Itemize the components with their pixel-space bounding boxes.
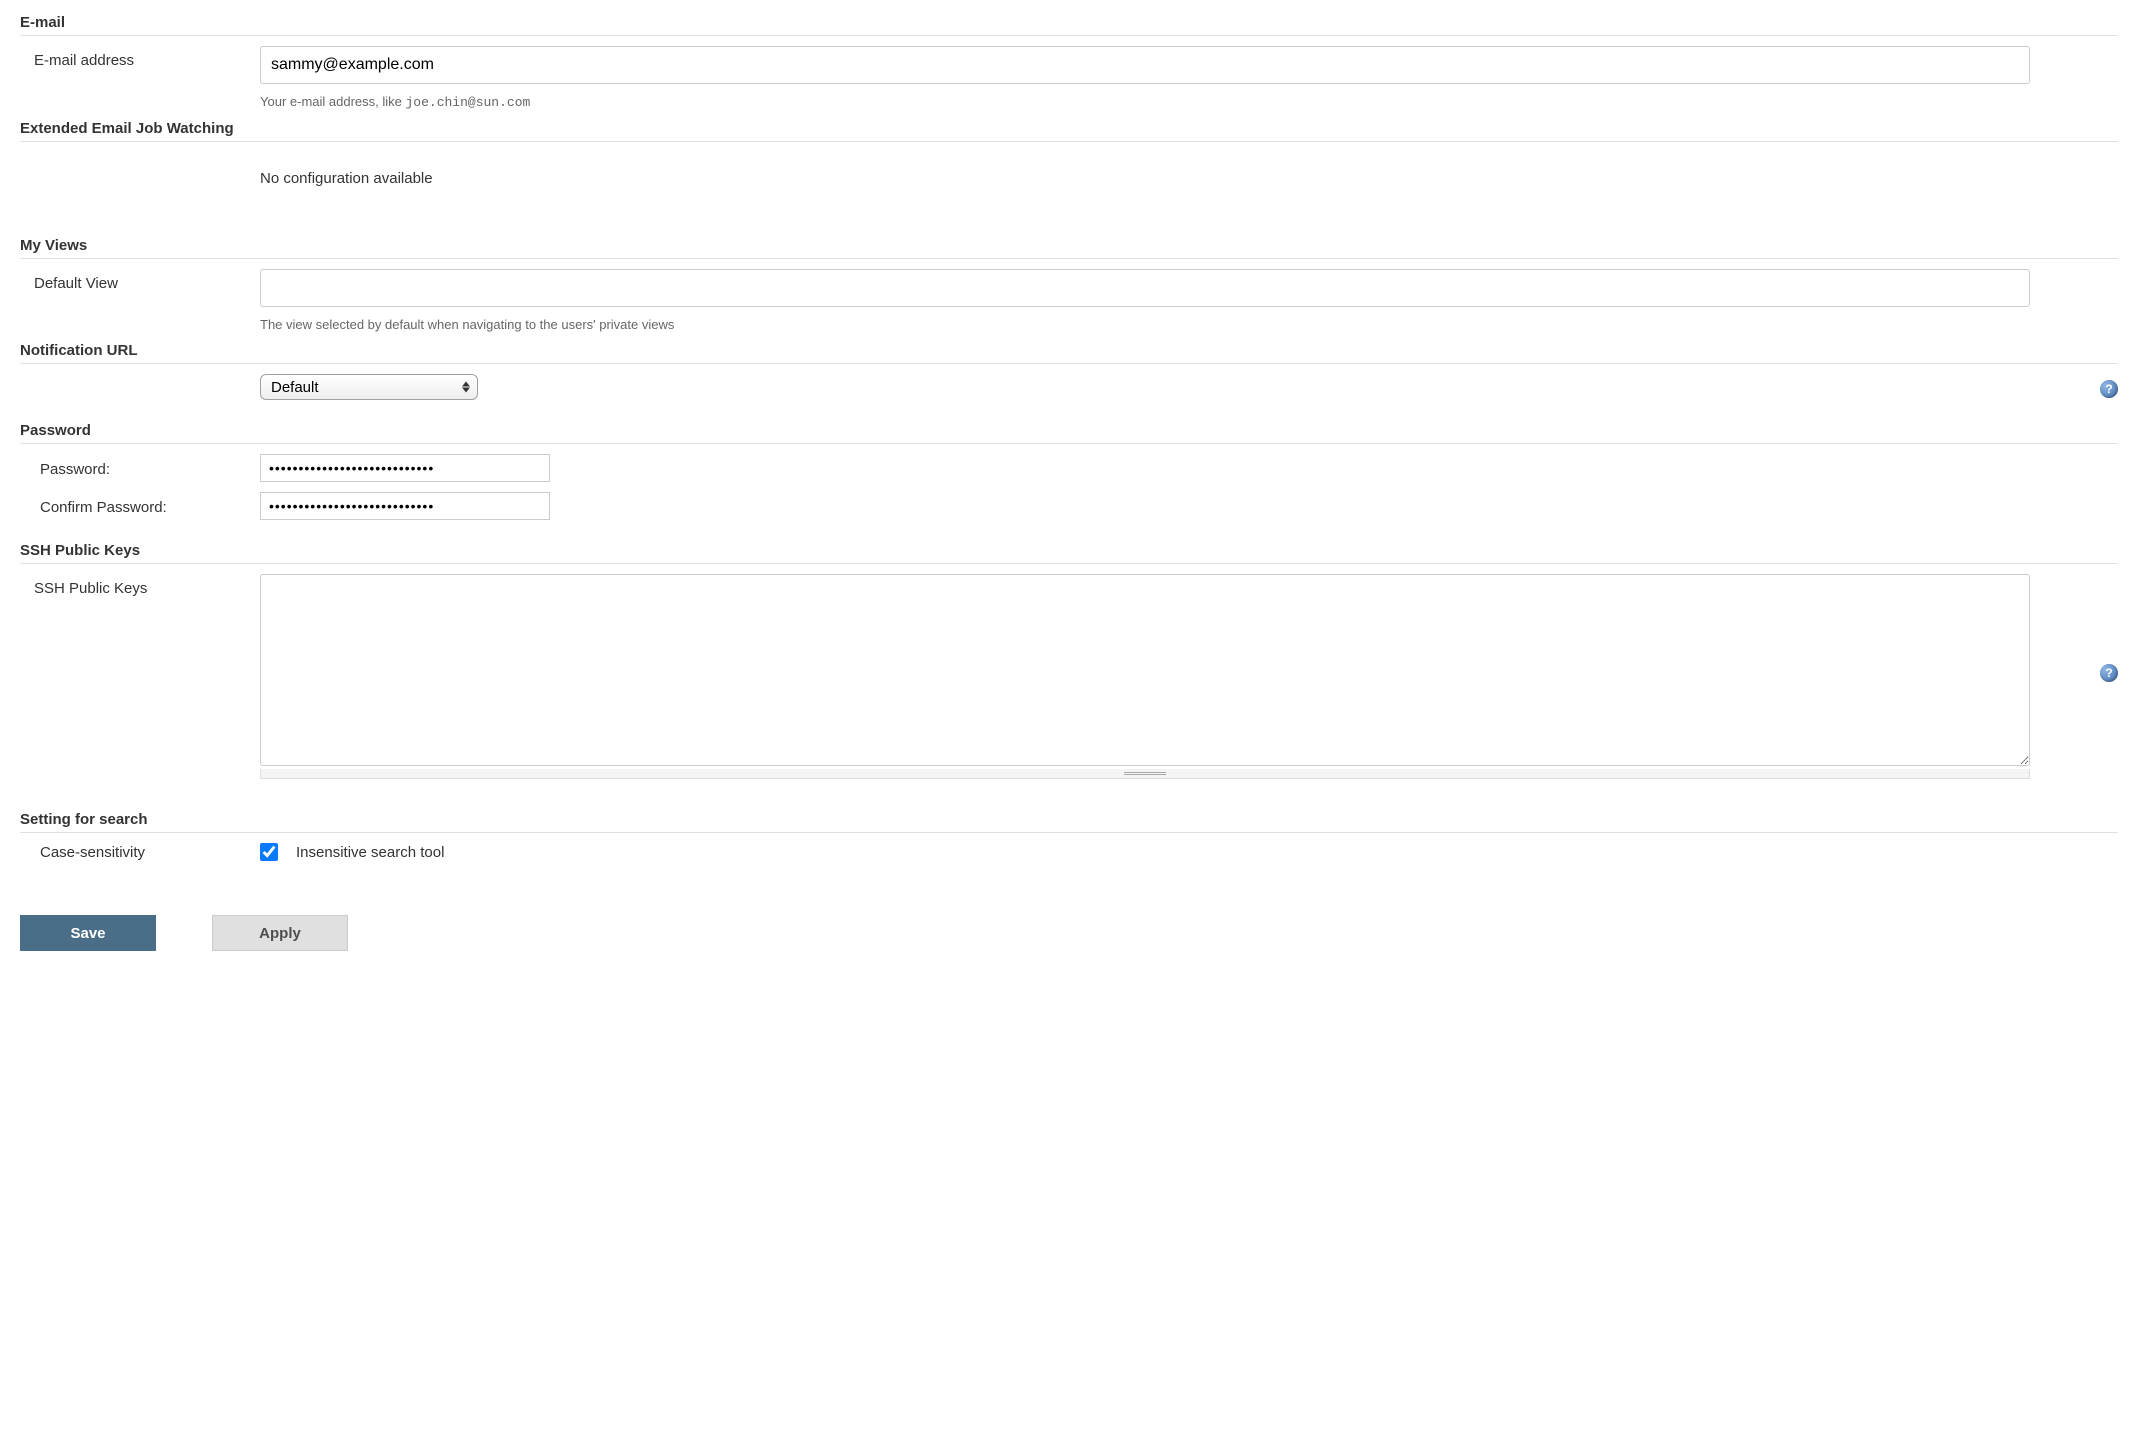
- row-case-sensitivity: Case-sensitivity Insensitive search tool: [20, 843, 2118, 861]
- section-header-extended-email: Extended Email Job Watching: [20, 120, 2118, 142]
- select-notification-url[interactable]: Default: [260, 374, 478, 400]
- section-header-password: Password: [20, 422, 2118, 444]
- row-password: Password:: [20, 454, 2118, 482]
- row-extended-email: No configuration available: [20, 152, 2118, 205]
- row-confirm-password: Confirm Password:: [20, 492, 2118, 520]
- input-default-view[interactable]: [260, 269, 2030, 307]
- label-case-sensitivity: Case-sensitivity: [20, 844, 260, 861]
- section-header-notification-url: Notification URL: [20, 342, 2118, 364]
- input-email-address[interactable]: [260, 46, 2030, 84]
- textarea-ssh-keys[interactable]: [260, 574, 2030, 766]
- section-header-email: E-mail: [20, 14, 2118, 36]
- save-button[interactable]: Save: [20, 915, 156, 951]
- help-default-view: The view selected by default when naviga…: [260, 307, 2118, 338]
- label-password: Password:: [20, 459, 260, 478]
- text-no-configuration: No configuration available: [260, 152, 2118, 205]
- row-default-view: Default View The view selected by defaul…: [20, 269, 2118, 338]
- section-header-my-views: My Views: [20, 237, 2118, 259]
- buttons-row: Save Apply: [20, 915, 2118, 951]
- label-default-view: Default View: [20, 269, 260, 292]
- row-notification-url: Default ?: [20, 374, 2118, 400]
- grip-icon: [1124, 772, 1166, 775]
- label-ssh-keys: SSH Public Keys: [20, 574, 260, 597]
- input-confirm-password[interactable]: [260, 492, 550, 520]
- label-confirm-password: Confirm Password:: [20, 497, 260, 516]
- help-email-prefix: Your e-mail address, like: [260, 94, 405, 109]
- apply-button[interactable]: Apply: [212, 915, 348, 951]
- help-icon[interactable]: ?: [2100, 664, 2118, 682]
- resize-handle[interactable]: [260, 769, 2030, 779]
- label-email-address: E-mail address: [20, 46, 260, 69]
- section-header-search: Setting for search: [20, 811, 2118, 833]
- help-email-example: joe.chin@sun.com: [405, 95, 530, 110]
- label-insensitive-search: Insensitive search tool: [296, 844, 444, 861]
- row-email-address: E-mail address Your e-mail address, like…: [20, 46, 2118, 116]
- help-email-address: Your e-mail address, like joe.chin@sun.c…: [260, 84, 2118, 116]
- section-header-ssh: SSH Public Keys: [20, 542, 2118, 564]
- help-icon[interactable]: ?: [2100, 380, 2118, 398]
- checkbox-case-sensitivity[interactable]: [260, 843, 278, 861]
- input-password[interactable]: [260, 454, 550, 482]
- row-ssh-keys: SSH Public Keys ?: [20, 574, 2118, 779]
